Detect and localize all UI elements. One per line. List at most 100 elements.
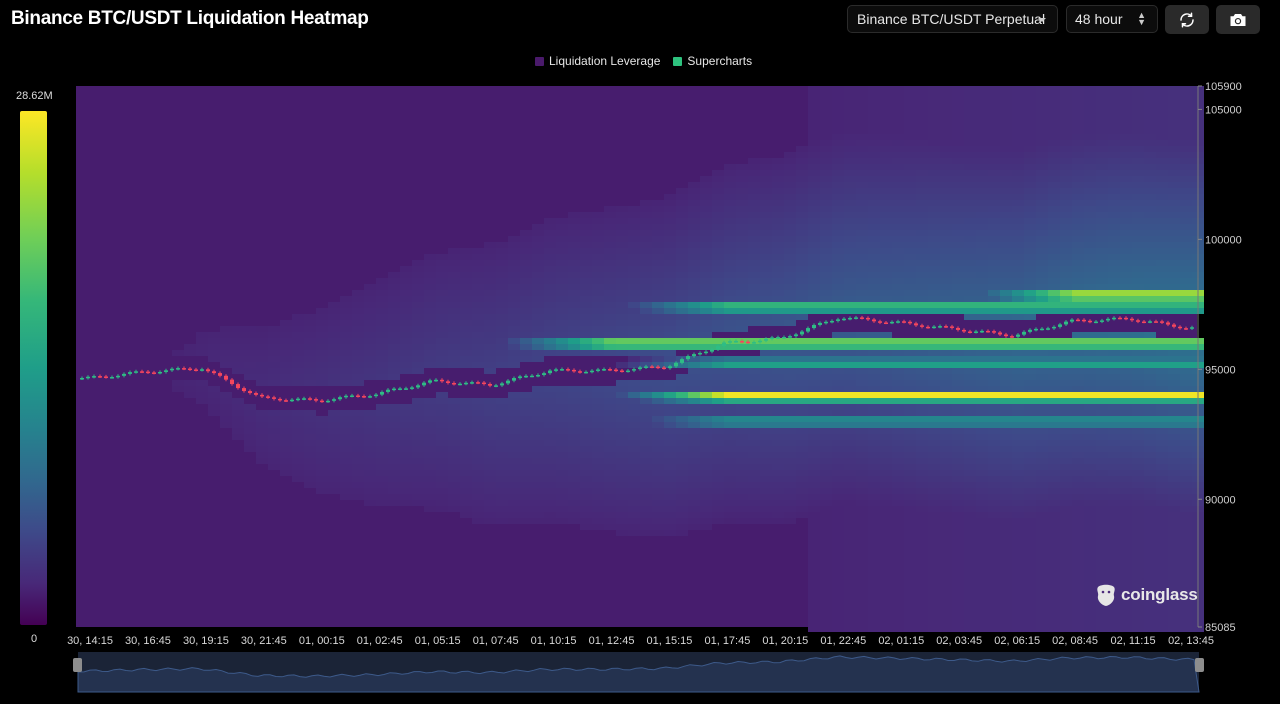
- heatmap-cell: [640, 326, 652, 332]
- heatmap-cell: [784, 272, 796, 278]
- heatmap-cell: [1108, 278, 1120, 284]
- heatmap-cell: [904, 350, 916, 356]
- heatmap-cell: [904, 404, 916, 410]
- heatmap-cell: [1132, 464, 1144, 470]
- heatmap-cell: [820, 374, 832, 380]
- heatmap-cell: [892, 278, 904, 284]
- heatmap-cell: [616, 290, 628, 296]
- heatmap-cell: [952, 548, 964, 554]
- heatmap-cell: [892, 224, 904, 230]
- heatmap-cell: [1048, 374, 1060, 380]
- heatmap-cell: [928, 368, 940, 374]
- heatmap-cell: [712, 308, 724, 314]
- heatmap-cell: [520, 470, 532, 476]
- heatmap-cell: [532, 308, 544, 314]
- heatmap-cell: [388, 452, 400, 458]
- heatmap-cell: [760, 494, 772, 500]
- heatmap-cell: [532, 464, 544, 470]
- heatmap-cell: [736, 482, 748, 488]
- heatmap-cell: [808, 500, 820, 506]
- heatmap-cell: [496, 494, 508, 500]
- heatmap-cell: [1132, 158, 1144, 164]
- heatmap-cell: [628, 308, 640, 314]
- heatmap-cell: [484, 494, 496, 500]
- heatmap-cell: [1000, 410, 1012, 416]
- heatmap-cell: [1168, 470, 1180, 476]
- heatmap-cell: [1144, 224, 1156, 230]
- heatmap-cell: [736, 272, 748, 278]
- liquidation-heatmap-chart[interactable]: 105900105000100000950009000085085 30, 14…: [0, 0, 1280, 704]
- heatmap-cell: [532, 236, 544, 242]
- heatmap-cell: [820, 206, 832, 212]
- heatmap-cell: [268, 410, 280, 416]
- heatmap-cell: [1084, 344, 1096, 350]
- heatmap-cell: [952, 128, 964, 134]
- heatmap-cell: [1108, 434, 1120, 440]
- heatmap-cell: [688, 338, 700, 344]
- heatmap-cell: [424, 458, 436, 464]
- heatmap-cell: [604, 512, 616, 518]
- heatmap-cell: [736, 302, 748, 308]
- heatmap-cell: [1072, 374, 1084, 380]
- heatmap-cell: [928, 602, 940, 608]
- heatmap-cell: [868, 416, 880, 422]
- heatmap-cell: [928, 128, 940, 134]
- heatmap-cell: [1108, 608, 1120, 614]
- heatmap-cell: [844, 392, 856, 398]
- heatmap-cell: [1084, 128, 1096, 134]
- heatmap-cell: [976, 392, 988, 398]
- heatmap-cell: [532, 512, 544, 518]
- heatmap-cell: [616, 446, 628, 452]
- heatmap-cell: [832, 410, 844, 416]
- heatmap-cell: [976, 236, 988, 242]
- heatmap-cell: [196, 332, 208, 338]
- heatmap-cell: [340, 416, 352, 422]
- heatmap-cell: [1132, 446, 1144, 452]
- heatmap-cell: [940, 260, 952, 266]
- heatmap-cell: [676, 242, 688, 248]
- heatmap-cell: [1072, 86, 1084, 92]
- heatmap-cell: [1000, 452, 1012, 458]
- heatmap-cell: [664, 332, 676, 338]
- heatmap-cell: [940, 206, 952, 212]
- heatmap-cell: [400, 476, 412, 482]
- heatmap-cell: [616, 416, 628, 422]
- heatmap-cell: [1072, 146, 1084, 152]
- heatmap-cell: [1072, 164, 1084, 170]
- heatmap-cell: [592, 308, 604, 314]
- heatmap-cell: [616, 386, 628, 392]
- heatmap-cell: [496, 248, 508, 254]
- heatmap-cell: [412, 482, 424, 488]
- heatmap-cell: [808, 398, 820, 404]
- heatmap-cell: [820, 290, 832, 296]
- heatmap-cell: [1168, 530, 1180, 536]
- heatmap-cell: [832, 590, 844, 596]
- heatmap-cell: [772, 398, 784, 404]
- heatmap-cell: [868, 86, 880, 92]
- heatmap-cell: [412, 296, 424, 302]
- heatmap-cell: [916, 374, 928, 380]
- heatmap-cell: [952, 146, 964, 152]
- heatmap-cell: [1060, 104, 1072, 110]
- heatmap-cell: [964, 170, 976, 176]
- heatmap-cell: [652, 386, 664, 392]
- heatmap-cell: [364, 434, 376, 440]
- heatmap-cell: [1072, 404, 1084, 410]
- heatmap-cell: [988, 488, 1000, 494]
- heatmap-cell: [424, 470, 436, 476]
- heatmap-cell: [1012, 374, 1024, 380]
- heatmap-cell: [1132, 338, 1144, 344]
- heatmap-cell: [1060, 122, 1072, 128]
- heatmap-cell: [904, 446, 916, 452]
- heatmap-cell: [844, 566, 856, 572]
- heatmap-cell: [448, 440, 460, 446]
- heatmap-cell: [592, 314, 604, 320]
- heatmap-cell: [484, 464, 496, 470]
- heatmap-cell: [1048, 620, 1060, 626]
- heatmap-cell: [1144, 500, 1156, 506]
- heatmap-cell: [604, 398, 616, 404]
- heatmap-cell: [580, 494, 592, 500]
- heatmap-cell: [1084, 626, 1096, 632]
- heatmap-cell: [676, 416, 688, 422]
- heatmap-cell: [1132, 494, 1144, 500]
